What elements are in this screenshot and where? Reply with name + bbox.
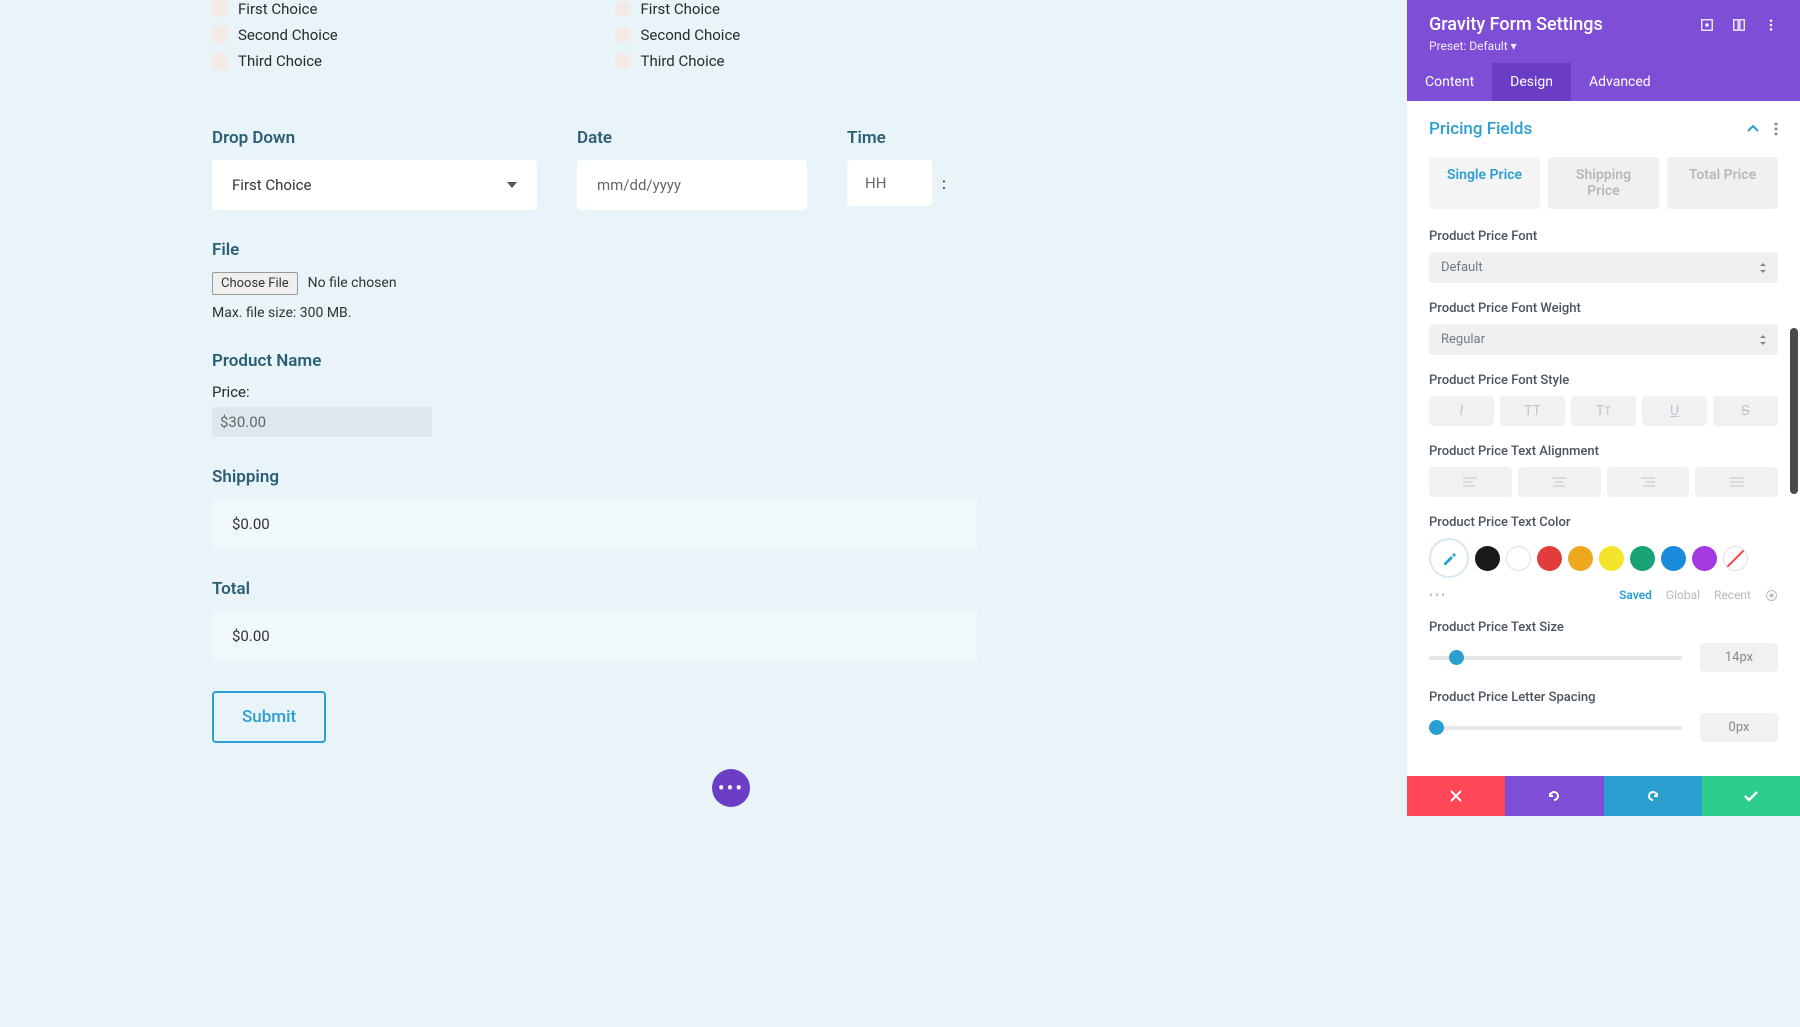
more-dots-icon[interactable]: ••• [1429, 588, 1447, 602]
select-caret-icon [1760, 335, 1766, 345]
checkbox-icon[interactable] [212, 53, 228, 69]
file-status: No file chosen [308, 275, 397, 291]
radio-icon[interactable] [615, 1, 631, 17]
color-swatch[interactable] [1692, 546, 1717, 571]
weight-label: Product Price Font Weight [1429, 301, 1778, 316]
dropdown-label: Drop Down [212, 128, 537, 148]
spacing-label: Product Price Letter Spacing [1429, 690, 1778, 705]
spacing-value[interactable]: 0px [1700, 713, 1778, 742]
checkbox-icon[interactable] [212, 27, 228, 43]
weight-select[interactable]: Regular [1429, 324, 1778, 355]
choice-label: Second Choice [641, 26, 741, 44]
product-name-label: Product Name [212, 351, 977, 371]
color-none-swatch[interactable] [1723, 546, 1748, 571]
size-slider[interactable] [1429, 656, 1682, 660]
price-value: $30.00 [212, 407, 432, 437]
pill-total-price[interactable]: Total Price [1667, 157, 1778, 209]
pill-single-price[interactable]: Single Price [1429, 157, 1540, 209]
chevron-up-icon[interactable] [1746, 122, 1760, 136]
choice-label: First Choice [641, 0, 720, 18]
scrollbar[interactable] [1790, 328, 1798, 494]
color-swatch[interactable] [1568, 546, 1593, 571]
spacing-slider[interactable] [1429, 726, 1682, 730]
tab-design[interactable]: Design [1492, 63, 1571, 101]
palette-recent[interactable]: Recent [1714, 588, 1751, 602]
radio-group: First Choice Second Choice Third Choice [615, 0, 978, 78]
dropdown-select[interactable]: First Choice [212, 160, 537, 210]
time-separator: : [942, 174, 946, 193]
checkbox-group: First Choice Second Choice Third Choice [212, 0, 575, 78]
choice-label: First Choice [238, 0, 317, 18]
redo-button[interactable] [1604, 776, 1702, 816]
color-swatch[interactable] [1537, 546, 1562, 571]
choice-label: Second Choice [238, 26, 338, 44]
cancel-button[interactable] [1407, 776, 1505, 816]
panel-preset[interactable]: Preset: Default ▾ [1429, 39, 1603, 53]
color-swatch[interactable] [1661, 546, 1686, 571]
save-button[interactable] [1702, 776, 1800, 816]
submit-button[interactable]: Submit [212, 691, 326, 743]
font-label: Product Price Font [1429, 229, 1778, 244]
smallcaps-button[interactable]: TT [1571, 396, 1636, 426]
panel-title: Gravity Form Settings [1429, 14, 1603, 35]
undo-button[interactable] [1505, 776, 1603, 816]
uppercase-button[interactable]: TT [1500, 396, 1565, 426]
size-value[interactable]: 14px [1700, 643, 1778, 672]
dropdown-value: First Choice [232, 176, 311, 194]
font-select[interactable]: Default [1429, 252, 1778, 283]
target-icon[interactable] [1700, 18, 1714, 32]
choose-file-button[interactable]: Choose File [212, 272, 298, 295]
checkbox-icon[interactable] [212, 1, 228, 17]
align-justify-button[interactable] [1695, 467, 1778, 497]
color-picker-button[interactable] [1429, 538, 1469, 578]
chevron-down-icon [507, 182, 517, 188]
date-label: Date [577, 128, 807, 148]
section-title[interactable]: Pricing Fields [1429, 119, 1532, 139]
pill-shipping-price[interactable]: Shipping Price [1548, 157, 1659, 209]
italic-button[interactable]: I [1429, 396, 1494, 426]
price-label: Price: [212, 383, 977, 401]
color-swatch[interactable] [1475, 546, 1500, 571]
align-label: Product Price Text Alignment [1429, 444, 1778, 459]
time-label: Time [847, 128, 977, 148]
align-right-button[interactable] [1607, 467, 1690, 497]
size-label: Product Price Text Size [1429, 620, 1778, 635]
settings-panel: Gravity Form Settings Preset: Default ▾ … [1407, 0, 1800, 816]
choice-label: Third Choice [641, 52, 725, 70]
color-swatch[interactable] [1599, 546, 1624, 571]
slider-thumb-icon[interactable] [1449, 650, 1464, 665]
palette-saved[interactable]: Saved [1619, 588, 1652, 602]
file-hint: Max. file size: 300 MB. [212, 305, 977, 321]
columns-icon[interactable] [1732, 18, 1746, 32]
time-hh-input[interactable]: HH [847, 160, 932, 206]
underline-button[interactable]: U [1642, 396, 1707, 426]
radio-icon[interactable] [615, 27, 631, 43]
radio-icon[interactable] [615, 53, 631, 69]
tab-advanced[interactable]: Advanced [1571, 63, 1669, 101]
fab-more-button[interactable]: ••• [712, 769, 750, 807]
date-input[interactable]: mm/dd/yyyy [577, 160, 807, 210]
palette-global[interactable]: Global [1666, 588, 1700, 602]
tab-content[interactable]: Content [1407, 63, 1492, 101]
style-label: Product Price Font Style [1429, 373, 1778, 388]
color-swatch[interactable] [1630, 546, 1655, 571]
total-value: $0.00 [212, 611, 977, 661]
align-center-button[interactable] [1518, 467, 1601, 497]
strikethrough-button[interactable]: S [1713, 396, 1778, 426]
select-caret-icon [1760, 263, 1766, 273]
shipping-label: Shipping [212, 467, 977, 487]
slider-thumb-icon[interactable] [1429, 720, 1444, 735]
shipping-value: $0.00 [212, 499, 977, 549]
file-label: File [212, 240, 977, 260]
gear-icon[interactable] [1765, 589, 1778, 602]
more-vertical-icon[interactable] [1774, 122, 1778, 136]
color-swatch[interactable] [1506, 546, 1531, 571]
total-label: Total [212, 579, 977, 599]
more-vertical-icon[interactable] [1764, 18, 1778, 32]
color-label: Product Price Text Color [1429, 515, 1778, 530]
align-left-button[interactable] [1429, 467, 1512, 497]
choice-label: Third Choice [238, 52, 322, 70]
